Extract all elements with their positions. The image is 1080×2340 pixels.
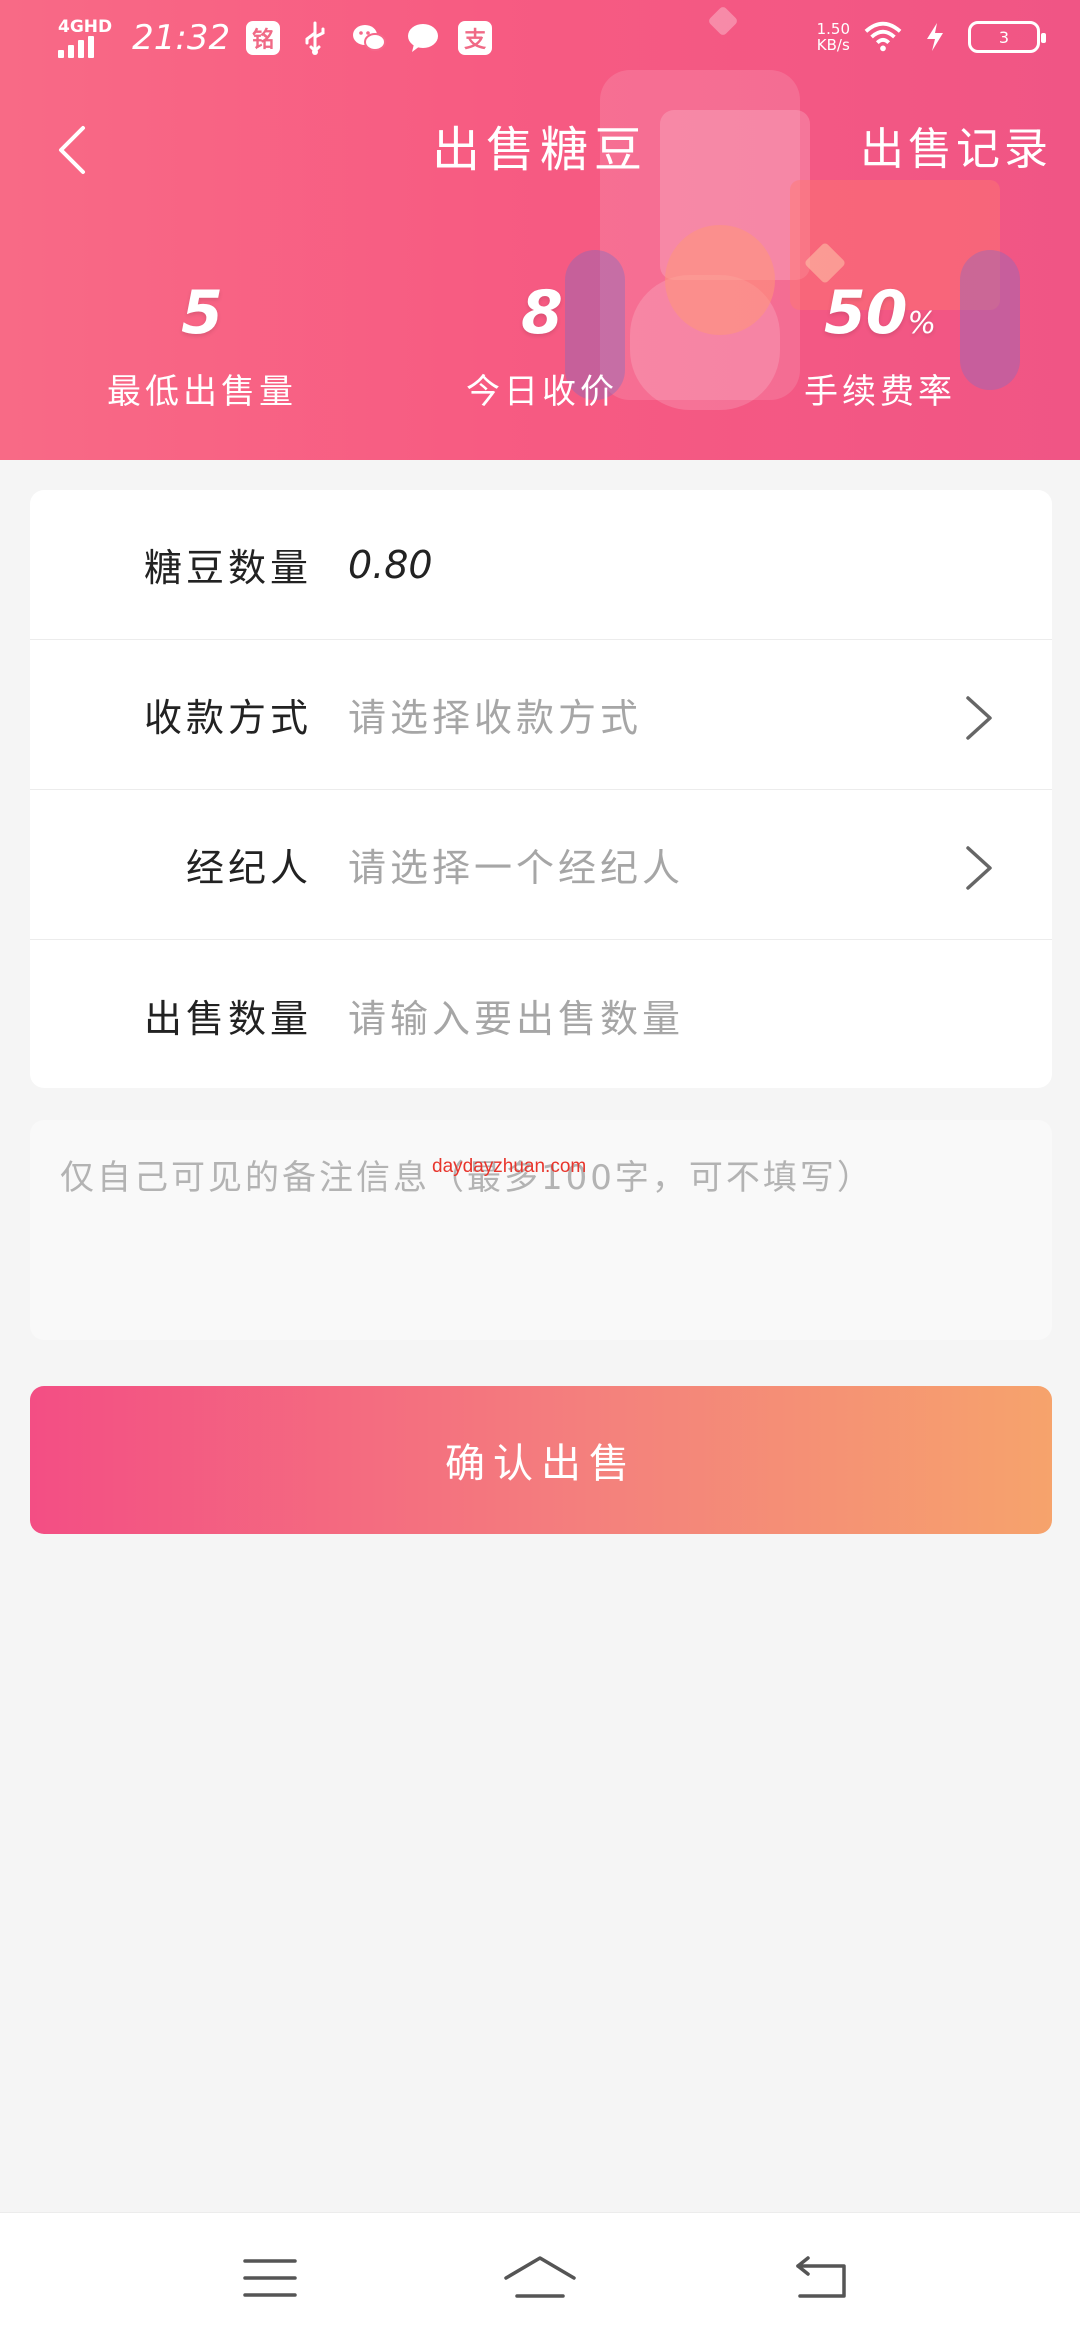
sell-quantity-input[interactable]: 请输入要出售数量 [348,988,684,1043]
sale-records-link[interactable]: 出售记录 [860,115,1052,185]
stat-today-price: 8 今日收价 [392,268,692,417]
sell-quantity-label: 出售数量 [143,996,312,1041]
status-left: 4GHD 21:32 铭 支 [58,18,493,58]
menu-button[interactable] [220,2243,320,2313]
battery-level: 3 [998,27,1010,47]
chevron-left-icon [59,126,85,174]
app-notification-icon: 铭 [246,21,281,55]
system-nav-bar [0,2212,1080,2340]
form-row-candy-amount: 糖豆数量 0.80 [30,490,1052,640]
chevron-right-icon [966,846,992,890]
stat-label: 最低出售量 [107,372,297,412]
back-icon [796,2256,846,2298]
page-title: 出售糖豆 [431,122,648,178]
chevron-right-icon [966,696,992,740]
confirm-sell-button[interactable]: 确认出售 [30,1386,1052,1534]
stat-label: 手续费率 [804,372,956,412]
menu-icon [243,2259,297,2297]
wifi-icon [864,20,902,54]
remark-textarea[interactable]: 仅自己可见的备注信息（最多100字，可不填写） [30,1120,1052,1340]
message-icon [404,21,442,55]
stat-value: 50 [823,278,908,348]
alipay-icon: 支 [458,21,493,55]
payment-method-select[interactable]: 请选择收款方式 [348,687,642,742]
charging-icon [916,20,954,54]
status-right: 1.50 KB/s 3 [816,20,1046,54]
signal-icon: 4GHD [58,18,112,58]
stat-min-sell-amount: 5 最低出售量 [52,268,352,417]
payment-method-label: 收款方式 [143,696,312,740]
battery-icon: 3 [968,21,1046,53]
broker-label: 经纪人 [185,846,312,890]
network-type: 4GHD [58,17,113,37]
stat-value: 8 [521,278,563,348]
stat-value: 5 [181,278,223,348]
home-button[interactable] [490,2243,590,2313]
back-nav-button[interactable] [772,2243,872,2313]
wechat-icon [350,21,388,55]
form-row-payment-method[interactable]: 收款方式 请选择收款方式 [30,640,1052,790]
stat-label: 今日收价 [466,372,618,412]
status-bar: 4GHD 21:32 铭 支 1.50 KB/s 3 [0,0,1080,80]
back-button[interactable] [44,118,100,182]
watermark: daydayzhuan.com [432,1156,587,1177]
candy-amount-label: 糖豆数量 [143,546,312,590]
form-row-sell-quantity: 出售数量 请输入要出售数量 [30,940,1052,1090]
clock: 21:32 [132,18,231,58]
usb-icon [296,21,334,55]
sell-form: 糖豆数量 0.80 收款方式 请选择收款方式 经纪人 请选择一个经纪人 出售数量… [30,490,1052,1088]
stat-unit: % [907,306,936,341]
network-speed: 1.50 KB/s [816,20,850,54]
header-banner: 4GHD 21:32 铭 支 1.50 KB/s 3 出售糖豆 出售记录 5 最… [0,0,1080,460]
stat-fee-rate: 50% 手续费率 [730,268,1030,417]
candy-amount-value: 0.80 [348,542,433,587]
form-row-broker[interactable]: 经纪人 请选择一个经纪人 [30,790,1052,940]
broker-select[interactable]: 请选择一个经纪人 [348,837,684,892]
home-icon [504,2256,576,2298]
